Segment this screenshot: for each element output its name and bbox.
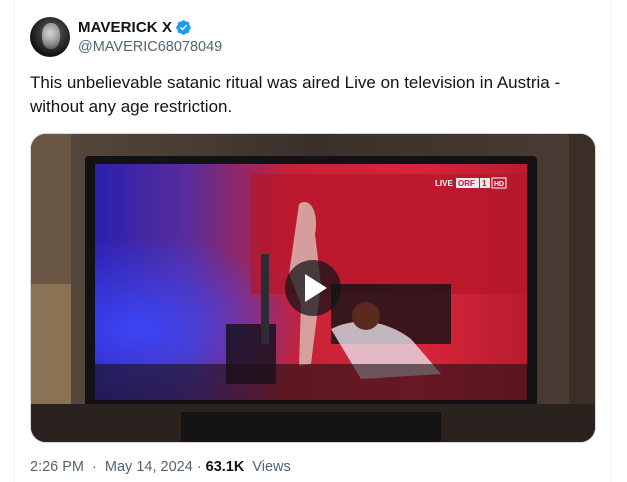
tweet-header: MAVERICK X @MAVERIC68078049 [30,16,222,58]
avatar-face [42,23,60,49]
display-name[interactable]: MAVERICK X [78,19,172,36]
views-stat[interactable]: 63.1K Views [206,459,291,475]
user-avatar[interactable] [30,17,70,57]
video-frame: LIVE ORF 1 HD [31,134,595,442]
views-label: Views [252,459,291,475]
video-player[interactable]: LIVE ORF 1 HD [30,133,596,443]
tweet-date-text: May 14, 2024 [104,459,193,475]
tweet-text: This unbelievable satanic ritual was air… [30,73,561,116]
badge-hd-text: HD [494,181,504,188]
separator-dot-2: · [196,459,202,475]
separator-dot: · [92,459,97,475]
verified-badge-icon [176,19,191,35]
tweet-meta: 2:26 PM · May 14, 2024 · 63.1K Views [30,457,291,477]
badge-channel-text: ORF [458,179,475,188]
play-icon[interactable] [285,260,341,316]
tweet-time-text: 2:26 PM [30,459,84,475]
author-names: MAVERICK X @MAVERIC68078049 [78,17,222,57]
user-handle[interactable]: @MAVERIC68078049 [78,37,222,57]
right-divider [611,0,612,482]
badge-live-text: LIVE [435,179,453,188]
views-count: 63.1K [205,459,245,475]
display-name-row: MAVERICK X [78,17,222,37]
tweet-time[interactable]: 2:26 PM · May 14, 2024 [30,459,193,475]
badge-num-text: 1 [482,179,487,188]
left-divider [14,0,15,482]
